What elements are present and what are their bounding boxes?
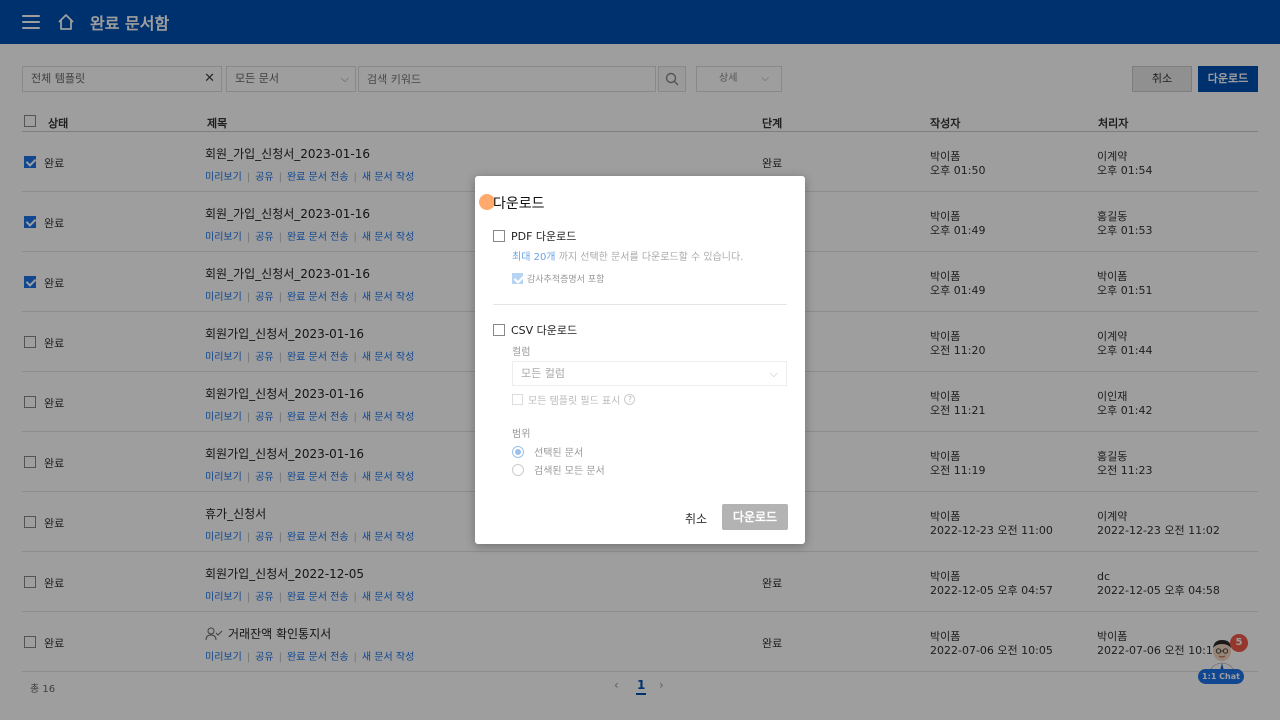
pdf-label: PDF 다운로드	[511, 230, 577, 243]
template-field-checkbox[interactable]	[512, 394, 523, 405]
divider	[493, 304, 787, 305]
template-field-option[interactable]: 모든 템플릿 필드 표시 ?	[512, 392, 636, 407]
dialog-title: 다운로드	[493, 196, 545, 212]
range-selected-radio[interactable]	[512, 445, 524, 458]
column-label: 컬럼	[512, 347, 531, 358]
dialog-download-button[interactable]: 다운로드	[722, 504, 788, 530]
audit-checkbox[interactable]	[512, 273, 523, 284]
audit-option[interactable]: 감사추적증명서 포함	[512, 272, 604, 285]
csv-option[interactable]: CSV 다운로드	[493, 322, 577, 338]
csv-checkbox[interactable]	[493, 324, 505, 336]
pdf-checkbox[interactable]	[493, 230, 505, 242]
range-all-radio[interactable]	[512, 463, 524, 476]
column-select-value: 모든 컬럼	[521, 367, 565, 380]
column-select[interactable]: 모든 컬럼 ⌵	[512, 361, 787, 386]
pdf-hint: 최대 20개 까지 선택한 문서를 다운로드할 수 있습니다.	[512, 252, 744, 263]
audit-label: 감사추적증명서 포함	[527, 275, 605, 285]
range-selected-label: 선택된 문서	[534, 448, 584, 459]
dialog-cancel-button[interactable]: 취소	[685, 510, 707, 527]
download-dialog: 다운로드 PDF 다운로드 최대 20개 까지 선택한 문서를 다운로드할 수 …	[475, 176, 805, 544]
chevron-down-icon: ⌵	[769, 367, 778, 380]
csv-label: CSV 다운로드	[511, 324, 578, 337]
pdf-option[interactable]: PDF 다운로드	[493, 228, 576, 244]
template-field-label: 모든 템플릿 필드 표시	[528, 396, 621, 407]
range-label: 범위	[512, 429, 531, 440]
range-all-option[interactable]: 검색된 모든 문서	[512, 462, 605, 477]
range-selected-option[interactable]: 선택된 문서	[512, 444, 583, 459]
help-icon[interactable]: ?	[624, 394, 636, 405]
range-all-label: 검색된 모든 문서	[534, 466, 605, 477]
